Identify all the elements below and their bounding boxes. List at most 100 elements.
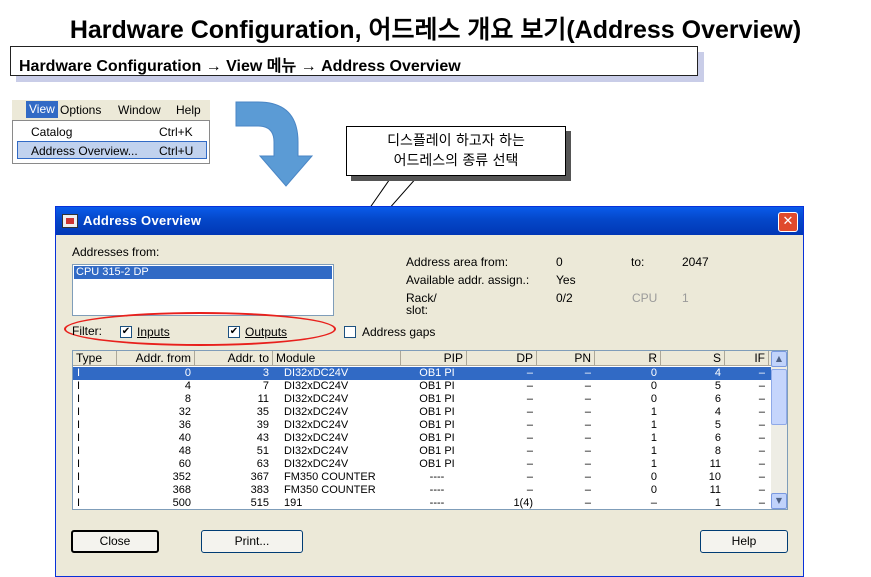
app-icon bbox=[62, 214, 78, 228]
cell-addr-from: 8 bbox=[184, 393, 191, 405]
address-gaps-label[interactable]: Address gaps bbox=[362, 325, 435, 339]
cell-type: I bbox=[77, 445, 81, 457]
cell-addr-to: 43 bbox=[256, 432, 269, 444]
cell-s: 5 bbox=[714, 419, 721, 431]
print-button[interactable]: Print... bbox=[201, 530, 303, 553]
outputs-checkbox[interactable]: ✔ bbox=[228, 326, 240, 338]
callout-line-2: 어드레스의 종류 선택 bbox=[393, 153, 519, 169]
scroll-down-icon[interactable]: ▼ bbox=[771, 493, 787, 509]
cell-type: I bbox=[77, 367, 81, 379]
col-addr-to[interactable]: Addr. to bbox=[195, 351, 273, 366]
area-from-label: Address area from: bbox=[406, 255, 509, 269]
cell-dp: – bbox=[526, 380, 533, 392]
col-addr-from[interactable]: Addr. from bbox=[117, 351, 195, 366]
cell-addr-from: 48 bbox=[178, 445, 191, 457]
cell-addr-from: 0 bbox=[184, 367, 191, 379]
col-s[interactable]: S bbox=[661, 351, 725, 366]
addresses-from-item[interactable]: CPU 315-2 DP bbox=[74, 266, 332, 279]
cell-type: I bbox=[77, 471, 81, 483]
close-icon[interactable]: ✕ bbox=[778, 212, 798, 232]
cell-pn: – bbox=[584, 497, 591, 509]
cell-s: 1 bbox=[714, 497, 721, 509]
cell-s: 4 bbox=[714, 406, 721, 418]
window-titlebar[interactable]: Address Overview ✕ bbox=[56, 207, 803, 235]
col-module[interactable]: Module bbox=[273, 351, 401, 366]
cell-module: DI32xDC24V bbox=[284, 393, 349, 405]
address-overview-window: Address Overview ✕ Addresses from: CPU 3… bbox=[55, 206, 804, 577]
cell-addr-to: 11 bbox=[257, 393, 269, 405]
cell-s: 5 bbox=[714, 380, 721, 392]
table-row[interactable]: I 4 7 DI32xDC24V OB1 PI – – 0 5 – bbox=[73, 380, 771, 393]
cell-type: I bbox=[77, 458, 81, 470]
cell-r: 1 bbox=[650, 432, 657, 444]
cell-type: I bbox=[77, 419, 81, 431]
cell-pip: OB1 PI bbox=[419, 367, 455, 379]
cell-if: – bbox=[758, 458, 765, 470]
address-gaps-checkbox[interactable] bbox=[344, 326, 356, 338]
cell-r: 0 bbox=[650, 393, 657, 405]
cell-pip: OB1 PI bbox=[419, 393, 455, 405]
scroll-up-icon[interactable]: ▲ bbox=[771, 351, 787, 367]
inputs-label[interactable]: Inputs bbox=[137, 325, 170, 339]
cell-pn: – bbox=[584, 471, 591, 483]
scroll-thumb[interactable] bbox=[771, 369, 787, 425]
table-row[interactable]: I 500 515 191 ---- 1(4) – – 1 – bbox=[73, 497, 771, 509]
cell-dp: – bbox=[526, 432, 533, 444]
table-row[interactable]: I 40 43 DI32xDC24V OB1 PI – – 1 6 – bbox=[73, 432, 771, 445]
cell-addr-to: 3 bbox=[262, 367, 269, 379]
col-pn[interactable]: PN bbox=[537, 351, 595, 366]
help-button[interactable]: Help bbox=[700, 530, 788, 553]
inputs-checkbox[interactable]: ✔ bbox=[120, 326, 132, 338]
cell-pip: ---- bbox=[429, 471, 445, 483]
table-row[interactable]: I 8 11 DI32xDC24V OB1 PI – – 0 6 – bbox=[73, 393, 771, 406]
cell-pip: OB1 PI bbox=[419, 458, 455, 470]
cell-dp: – bbox=[526, 484, 533, 496]
cell-pip: OB1 PI bbox=[419, 380, 455, 392]
table-scrollbar[interactable]: ▲ ▼ bbox=[771, 351, 787, 509]
cell-if: – bbox=[758, 432, 765, 444]
table-row[interactable]: I 0 3 DI32xDC24V OB1 PI – – 0 4 – bbox=[73, 367, 771, 380]
table-row[interactable]: I 48 51 DI32xDC24V OB1 PI – – 1 8 – bbox=[73, 445, 771, 458]
cell-type: I bbox=[77, 432, 81, 444]
cell-addr-to: 39 bbox=[256, 419, 269, 431]
close-button[interactable]: Close bbox=[71, 530, 159, 553]
slot-label: slot: bbox=[406, 303, 429, 317]
col-dp[interactable]: DP bbox=[467, 351, 537, 366]
cell-if: – bbox=[758, 393, 765, 405]
table-row[interactable]: I 32 35 DI32xDC24V OB1 PI – – 1 4 – bbox=[73, 406, 771, 419]
cell-r: – bbox=[650, 497, 657, 509]
table-row[interactable]: I 368 383 FM350 COUNTER ---- – – 0 11 – bbox=[73, 484, 771, 497]
outputs-label[interactable]: Outputs bbox=[245, 325, 287, 339]
window-title: Address Overview bbox=[83, 213, 202, 228]
cell-dp: – bbox=[526, 471, 533, 483]
cell-s: 11 bbox=[709, 484, 721, 496]
cell-r: 1 bbox=[650, 419, 657, 431]
addresses-from-label: Addresses from: bbox=[72, 245, 160, 259]
table-row[interactable]: I 36 39 DI32xDC24V OB1 PI – – 1 5 – bbox=[73, 419, 771, 432]
cell-addr-from: 368 bbox=[172, 484, 191, 496]
cell-r: 1 bbox=[650, 406, 657, 418]
cell-addr-to: 51 bbox=[256, 445, 269, 457]
col-if[interactable]: IF bbox=[725, 351, 769, 366]
col-r[interactable]: R bbox=[595, 351, 661, 366]
cell-if: – bbox=[758, 367, 765, 379]
cell-addr-to: 63 bbox=[256, 458, 269, 470]
callout-line-1: 디스플레이 하고자 하는 bbox=[387, 133, 525, 149]
cell-pip: OB1 PI bbox=[419, 406, 455, 418]
col-type[interactable]: Type bbox=[73, 351, 117, 366]
cell-dp: – bbox=[526, 458, 533, 470]
col-pip[interactable]: PIP bbox=[401, 351, 467, 366]
cell-r: 1 bbox=[650, 445, 657, 457]
table-header: Type Addr. from Addr. to Module PIP DP P… bbox=[73, 351, 771, 366]
cell-pip: OB1 PI bbox=[419, 432, 455, 444]
table-row[interactable]: I 352 367 FM350 COUNTER ---- – – 0 10 – bbox=[73, 471, 771, 484]
cell-addr-from: 36 bbox=[178, 419, 191, 431]
cell-module: DI32xDC24V bbox=[284, 419, 349, 431]
cell-if: – bbox=[758, 497, 765, 509]
cell-module: 191 bbox=[284, 497, 303, 509]
table-row[interactable]: I 60 63 DI32xDC24V OB1 PI – –1 11– bbox=[73, 458, 771, 471]
addresses-from-list[interactable]: CPU 315-2 DP bbox=[72, 264, 334, 316]
cell-module: DI32xDC24V bbox=[284, 458, 349, 470]
cell-type: I bbox=[77, 380, 81, 392]
cell-dp: – bbox=[526, 393, 533, 405]
